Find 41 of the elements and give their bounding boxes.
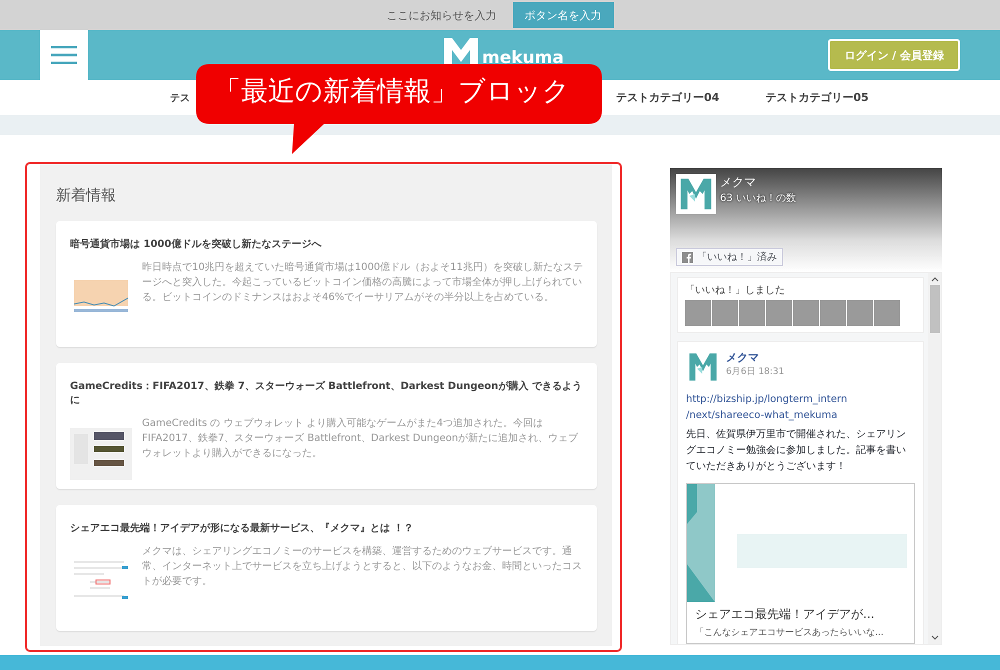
post-author[interactable]: メクマ — [726, 350, 784, 365]
post-text: 先日、佐賀県伊万里市で開催された、シェアリングエコノミー勉強会に参加しました。記事を書いていただきありがとうございます！ — [686, 428, 907, 474]
facebook-icon — [682, 252, 693, 262]
avatar[interactable] — [820, 300, 846, 326]
section-heading: 新着情報 — [56, 186, 117, 205]
preview-title: シェアエコ最先端！アイデアが... — [694, 606, 876, 623]
article-title[interactable]: GameCredits：FIFA2017、鉄拳 7、スターウォーズ Battlefront、Darkest Dungeonが購入 できるように — [70, 379, 583, 407]
nav-link[interactable]: テス — [170, 90, 190, 104]
liked-button[interactable]: 「いいね！」済み — [676, 248, 783, 266]
article-title[interactable]: 暗号通貨市場は 1000億ドルを突破し新たなステージへ — [70, 237, 583, 251]
avatar[interactable] — [793, 300, 819, 326]
avatar[interactable] — [685, 300, 711, 326]
article-thumbnail[interactable] — [70, 428, 132, 480]
scrollbar[interactable] — [928, 273, 941, 644]
like-count: 63 いいね！の数 — [720, 192, 796, 205]
callout-text: 「最近の新着情報」ブロック — [214, 75, 570, 109]
avatar[interactable] — [847, 300, 873, 326]
article-title[interactable]: シェアエコ最先端！アイデアが形になる最新サービス、『メクマ』とは ！？ — [70, 521, 583, 535]
article-excerpt: メクマは、シェアリングエコノミーのサービスを構築、運営するためのウェブサービスです。通常、インターネット上でサービスを立ち上げようとすると、以下のようなお金、時間といったコストが必要です。 — [142, 544, 583, 589]
avatar[interactable] — [874, 300, 900, 326]
post-link[interactable]: http://bizship.jp/longterm_intern — [686, 392, 915, 408]
article-excerpt: 昨日時点で10兆円を超えていた暗号通貨市場は1000億ドル（およそ11兆円）を突破し新たなステージへと突入した。今起こっているビットコイン価格の高騰によって市場全体が押し上げられている。ビットコインのドミナンスはおよそ46%でイーサリアムがその半分以上を占めている。 — [142, 260, 583, 305]
page-logo[interactable] — [676, 174, 716, 214]
link-preview[interactable]: シェアエコ最先端！アイデアが... 「こんなシェアエコサービスあったらいいな... — [686, 483, 915, 644]
notice-text: ここにお知らせを入力 — [386, 8, 496, 22]
avatar[interactable] — [712, 300, 738, 326]
liked-label: 「いいね！」しました — [685, 284, 786, 297]
menu-icon — [51, 46, 77, 64]
post-link[interactable]: /next/shareeco-what_mekuma — [686, 408, 915, 424]
preview-description: 「こんなシェアエコサービスあったらいいな... — [694, 626, 885, 640]
article-excerpt: GameCredits の ウェブウォレット より購入可能なゲームがまた4つ追加された。今回はFIFA2017、鉄拳7、スターウォーズ Battlefront、Darkest Dungeonが新たに追加され、ウェブウォレットより購入ができるになった。 — [142, 416, 580, 461]
scroll-up-icon[interactable] — [930, 276, 938, 282]
logo-text: mekuma — [482, 48, 564, 68]
nav-link[interactable]: テストカテゴリー05 — [765, 90, 869, 105]
menu-button[interactable] — [40, 30, 88, 80]
nav-link[interactable]: テストカテゴリー04 — [616, 90, 720, 105]
scroll-thumb[interactable] — [930, 285, 940, 333]
avatar[interactable] — [766, 300, 792, 326]
avatar[interactable] — [739, 300, 765, 326]
page-name[interactable]: メクマ — [720, 174, 796, 191]
scroll-down-icon[interactable] — [930, 635, 938, 641]
